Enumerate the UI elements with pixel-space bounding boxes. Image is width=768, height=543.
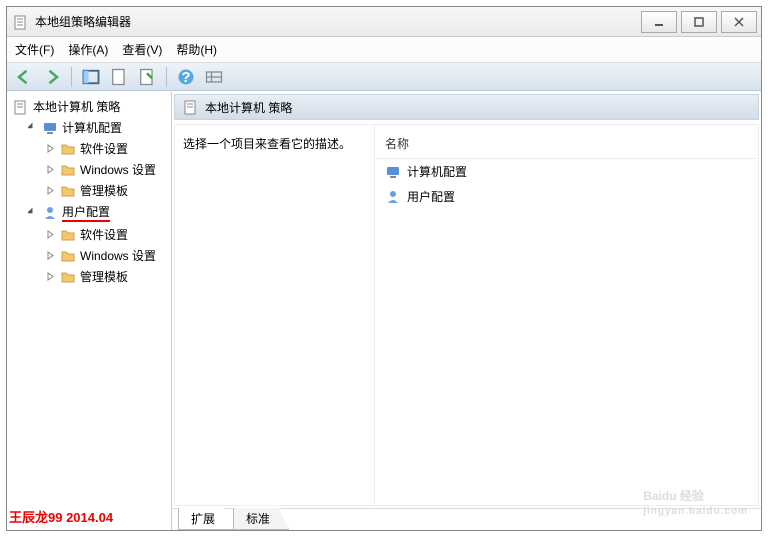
app-icon	[13, 14, 29, 30]
list-item[interactable]: 用户配置	[375, 184, 758, 209]
expander-expand-icon[interactable]	[45, 250, 56, 261]
computer-icon	[385, 164, 401, 180]
tab-standard[interactable]: 标准	[233, 508, 289, 530]
folder-icon	[60, 141, 76, 157]
folder-icon	[60, 183, 76, 199]
expander-expand-icon[interactable]	[45, 185, 56, 196]
titlebar: 本地组策略编辑器	[7, 7, 761, 37]
detail-body: 选择一个项目来查看它的描述。 名称 计算机配置 用户配置	[174, 124, 759, 506]
toolbar-separator	[166, 67, 167, 87]
expander-expand-icon[interactable]	[45, 271, 56, 282]
detail-description: 选择一个项目来查看它的描述。	[175, 125, 375, 505]
detail-pane: 本地计算机 策略 选择一个项目来查看它的描述。 名称 计算机配置 用户配置	[172, 92, 761, 530]
toolbar-separator	[71, 67, 72, 87]
maximize-button[interactable]	[681, 11, 717, 33]
forward-button[interactable]	[41, 66, 63, 88]
detail-header-title: 本地计算机 策略	[205, 99, 292, 116]
tree-software-settings[interactable]: 软件设置	[9, 138, 169, 159]
expander-expand-icon[interactable]	[45, 143, 56, 154]
window-title: 本地组策略编辑器	[35, 13, 151, 30]
expander-collapse-icon[interactable]	[27, 207, 38, 218]
tree-root[interactable]: 本地计算机 策略	[9, 96, 169, 117]
tree-pane: 本地计算机 策略 计算机配置 软件设置 Windows 设置 管理模板	[7, 92, 172, 530]
menu-file[interactable]: 文件(F)	[15, 41, 54, 58]
tree-windows-settings-2[interactable]: Windows 设置	[9, 245, 169, 266]
list-item-label: 计算机配置	[407, 163, 467, 180]
tab-extended[interactable]: 扩展	[178, 508, 234, 530]
content-area: 本地计算机 策略 计算机配置 软件设置 Windows 设置 管理模板	[7, 91, 761, 530]
policy-icon	[13, 99, 29, 115]
user-icon	[42, 205, 58, 221]
menu-action[interactable]: 操作(A)	[68, 41, 108, 58]
filter-button[interactable]	[203, 66, 225, 88]
tree-label: 软件设置	[80, 140, 128, 157]
back-button[interactable]	[13, 66, 35, 88]
tree-root-label: 本地计算机 策略	[33, 98, 120, 115]
tree-label: 软件设置	[80, 226, 128, 243]
tree-label: Windows 设置	[80, 161, 156, 178]
detail-header: 本地计算机 策略	[174, 94, 759, 120]
tree-admin-templates[interactable]: 管理模板	[9, 180, 169, 201]
help-button[interactable]: ?	[175, 66, 197, 88]
menubar: 文件(F) 操作(A) 查看(V) 帮助(H)	[7, 37, 761, 63]
expander-expand-icon[interactable]	[45, 229, 56, 240]
user-icon	[385, 189, 401, 205]
list-item-label: 用户配置	[407, 188, 455, 205]
policy-icon	[183, 99, 199, 115]
computer-icon	[42, 120, 58, 136]
export-button[interactable]	[136, 66, 158, 88]
menu-help[interactable]: 帮助(H)	[176, 41, 217, 58]
tree-admin-templates-2[interactable]: 管理模板	[9, 266, 169, 287]
show-hide-tree-button[interactable]	[80, 66, 102, 88]
tree-label: 用户配置	[62, 203, 110, 222]
minimize-button[interactable]	[641, 11, 677, 33]
expander-collapse-icon[interactable]	[27, 122, 38, 133]
close-button[interactable]	[721, 11, 757, 33]
folder-icon	[60, 248, 76, 264]
list-item[interactable]: 计算机配置	[375, 159, 758, 184]
column-header-name[interactable]: 名称	[375, 129, 758, 159]
tree-computer-config[interactable]: 计算机配置	[9, 117, 169, 138]
menu-view[interactable]: 查看(V)	[122, 41, 162, 58]
tree-label: 管理模板	[80, 182, 128, 199]
folder-icon	[60, 162, 76, 178]
folder-icon	[60, 269, 76, 285]
tree-label: Windows 设置	[80, 247, 156, 264]
tree-user-config[interactable]: 用户配置	[9, 201, 169, 224]
tree-label: 管理模板	[80, 268, 128, 285]
toolbar: ?	[7, 63, 761, 91]
expander-expand-icon[interactable]	[45, 164, 56, 175]
author-watermark: 王辰龙99 2014.04	[9, 507, 113, 526]
app-window: 本地组策略编辑器 文件(F) 操作(A) 查看(V) 帮助(H) ? 本地计算机…	[6, 6, 762, 531]
detail-list: 名称 计算机配置 用户配置	[375, 125, 758, 505]
properties-button[interactable]	[108, 66, 130, 88]
tree-software-settings-2[interactable]: 软件设置	[9, 224, 169, 245]
svg-text:?: ?	[181, 69, 190, 86]
tree-label: 计算机配置	[62, 119, 122, 136]
folder-icon	[60, 227, 76, 243]
tree-windows-settings[interactable]: Windows 设置	[9, 159, 169, 180]
detail-tabs: 扩展 标准	[172, 508, 761, 530]
